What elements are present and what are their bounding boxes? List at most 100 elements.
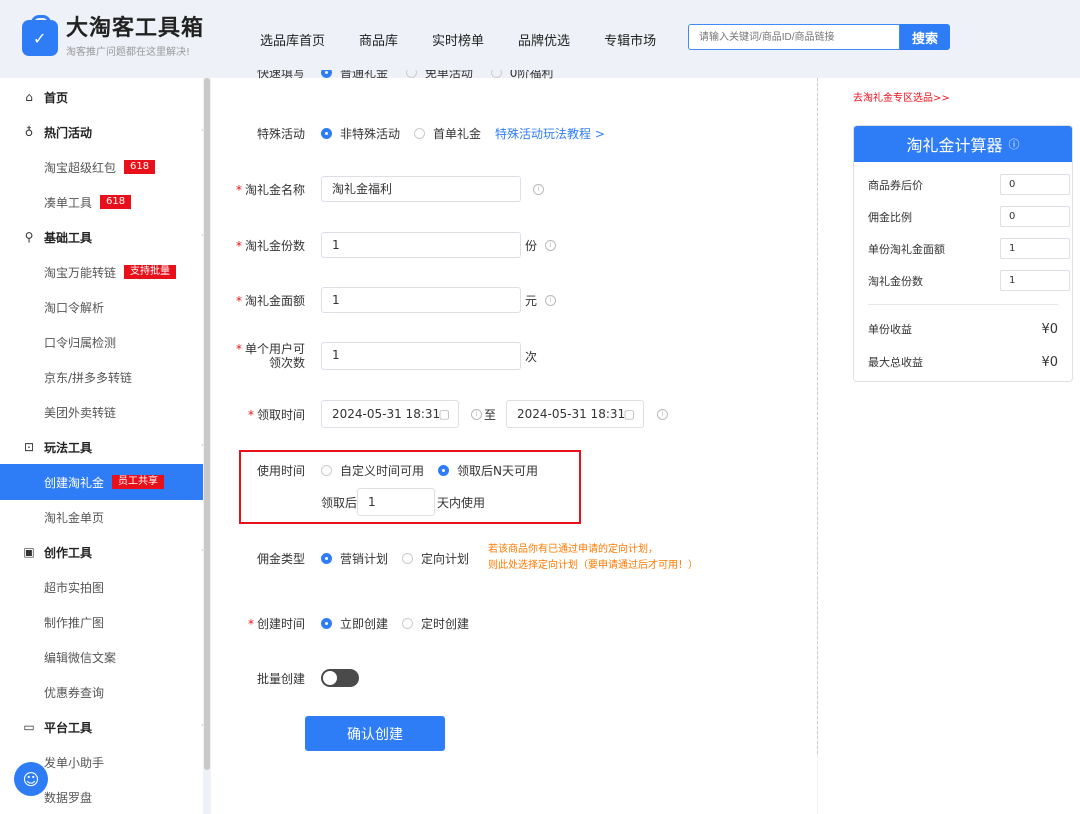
sidebar-item-create-gift[interactable]: 创建淘礼金 员工共享: [0, 464, 203, 500]
date-range-separator: 至: [484, 407, 497, 422]
sidebar-item-market-photo[interactable]: 超市实拍图: [0, 570, 203, 604]
sidebar-item-label: 数据罗盘: [44, 790, 93, 805]
n-days-input[interactable]: 1: [357, 488, 435, 516]
sidebar-item-promo-image[interactable]: 制作推广图: [0, 605, 203, 639]
info-icon[interactable]: i: [657, 408, 668, 420]
sidebar-section-platform[interactable]: ▭平台工具^: [0, 710, 203, 744]
final-price-input[interactable]: 0: [1000, 174, 1070, 195]
special-tutorial-link[interactable]: 特殊活动玩法教程 >: [495, 125, 605, 142]
sidebar-item-label: 淘宝万能转链: [44, 265, 117, 280]
info-icon[interactable]: i: [545, 239, 556, 251]
field-label: * 淘礼金名称: [235, 182, 305, 197]
nav-item-brands[interactable]: 品牌优选: [518, 30, 570, 49]
nav-item-products[interactable]: 商品库: [359, 30, 398, 49]
sidebar-item-label: 口令归属检测: [44, 335, 117, 350]
customer-service-icon[interactable]: ☺: [14, 762, 48, 796]
radio-label: 免单活动: [424, 70, 473, 80]
info-icon[interactable]: i: [471, 408, 482, 420]
scrollbar-thumb[interactable]: [204, 78, 210, 770]
sidebar-item-jd-pdd[interactable]: 京东/拼多多转链: [0, 360, 203, 394]
field-label: * 领取时间: [247, 407, 305, 422]
sidebar-item-label: 首页: [44, 90, 69, 105]
nav-item-ranking[interactable]: 实时榜单: [432, 30, 484, 49]
receive-start-date-input[interactable]: 2024-05-31 18:31 ▢: [321, 400, 459, 428]
date-value: 2024-05-31 18:31: [517, 407, 626, 421]
sidebar-scrollbar[interactable]: [203, 78, 211, 770]
radio-normal-gift[interactable]: 普通礼金: [321, 70, 388, 81]
sidebar-item-gift-page[interactable]: 淘礼金单页: [0, 500, 203, 534]
toggle-knob: [323, 671, 337, 685]
unit-label: 份: [525, 238, 538, 253]
field-label: 批量创建: [256, 671, 305, 686]
batch-create-row: 批量创建: [211, 668, 817, 688]
radio-directed-plan[interactable]: 定向计划: [402, 550, 469, 567]
sidebar-item-super-redpack[interactable]: 淘宝超级红包 618: [0, 150, 203, 184]
logo[interactable]: ✓ 大淘客工具箱 淘客推广问题都在这里解决!: [22, 15, 204, 58]
sidebar-item-label: 发单小助手: [44, 755, 105, 770]
radio-first-order[interactable]: 首单礼金: [414, 125, 481, 142]
nav-item-home[interactable]: 选品库首页: [260, 30, 325, 49]
field-label: 特殊活动: [256, 126, 305, 141]
n-days-row: 领取后 1 天内使用: [211, 488, 817, 516]
radio-free-order[interactable]: 免单活动: [405, 70, 473, 81]
sidebar-item-label: 超市实拍图: [44, 580, 105, 595]
create-time-row: * 创建时间 立即创建 定时创建: [211, 613, 817, 633]
radio-label: 非特殊活动: [340, 126, 401, 141]
sidebar-item-bundle[interactable]: 凑单工具 618: [0, 185, 203, 219]
gift-count-row: * 淘礼金份数 1 份 i: [211, 232, 817, 258]
sidebar-item-label: 京东/拼多多转链: [44, 370, 133, 385]
unit-profit-value: ¥0: [1041, 321, 1058, 337]
calc-field-label: 佣金比例: [868, 210, 912, 224]
gift-count-input[interactable]: 1: [321, 232, 521, 258]
sidebar-item-taobao-link[interactable]: 淘宝万能转链 支持批量: [0, 255, 203, 289]
gift-amount-calc-input[interactable]: 1: [1000, 238, 1070, 259]
sidebar-item-parse-code[interactable]: 淘口令解析: [0, 290, 203, 324]
sidebar-item-meituan[interactable]: 美团外卖转链: [0, 395, 203, 429]
sidebar-section-basic[interactable]: ⚲基础工具^: [0, 220, 203, 254]
search-button[interactable]: 搜索: [900, 24, 950, 50]
radio-marketing-plan[interactable]: 营销计划: [321, 550, 388, 567]
sidebar-item-wechat-copy[interactable]: 编辑微信文案: [0, 640, 203, 674]
commission-type-row: 佣金类型 营销计划 定向计划 若该商品你有已通过申请的定向计划， 则此处选择定向计…: [211, 544, 817, 571]
radio-custom-time[interactable]: 自定义时间可用: [321, 462, 424, 479]
sidebar-item-coupon-query[interactable]: 优惠券查询: [0, 675, 203, 709]
info-icon[interactable]: ⓘ: [1009, 136, 1020, 152]
gift-zone-link[interactable]: 去淘礼金专区选品>>: [853, 89, 950, 104]
batch-create-toggle[interactable]: [321, 669, 359, 687]
search-input[interactable]: [688, 24, 900, 50]
sidebar-section-hot[interactable]: ♁热门活动^: [0, 115, 203, 149]
monitor-icon: ▭: [23, 720, 35, 734]
radio-label: 营销计划: [340, 551, 389, 566]
gift-name-row: * 淘礼金名称 淘礼金福利 i: [211, 176, 817, 202]
confirm-create-button[interactable]: 确认创建: [305, 716, 445, 751]
main-nav: 选品库首页 商品库 实时榜单 品牌优选 专辑市场: [260, 30, 690, 49]
sidebar-item-code-owner[interactable]: 口令归属检测: [0, 325, 203, 359]
unit-label: 次: [525, 349, 538, 364]
per-user-limit-input[interactable]: 1: [321, 342, 521, 370]
sidebar-section-create[interactable]: ▣创作工具^: [0, 535, 203, 569]
commission-rate-input[interactable]: 0: [1000, 206, 1070, 227]
radio-n-days-after[interactable]: 领取后N天可用: [438, 462, 538, 479]
sidebar-item-home[interactable]: ⌂ 首页: [0, 80, 203, 114]
radio-non-special[interactable]: 非特殊活动: [321, 125, 400, 142]
sidebar-item-label: 优惠券查询: [44, 685, 105, 700]
search-bar: 搜索: [688, 24, 950, 52]
radio-scheduled-create[interactable]: 定时创建: [402, 615, 469, 632]
radio-zero-welfare[interactable]: 0阶福利: [490, 70, 553, 81]
field-label: * 创建时间: [247, 616, 305, 631]
gift-name-input[interactable]: 淘礼金福利: [321, 176, 521, 202]
info-icon[interactable]: i: [545, 294, 556, 306]
gift-count-calc-input[interactable]: 1: [1000, 270, 1070, 291]
sidebar: ⌂ 首页 ♁热门活动^ 淘宝超级红包618 凑单工具618 ⚲基础工具^ 淘宝万能…: [0, 78, 203, 814]
receive-end-date-input[interactable]: 2024-05-31 18:31 ▢: [506, 400, 644, 428]
fire-icon: ♁: [24, 125, 34, 139]
home-icon: ⌂: [25, 90, 33, 104]
calc-field-label: 单份淘礼金面额: [868, 242, 945, 256]
sidebar-section-play[interactable]: ⊡玩法工具^: [0, 430, 203, 464]
nav-item-albums[interactable]: 专辑市场: [604, 30, 656, 49]
info-icon[interactable]: i: [533, 183, 544, 195]
radio-create-now[interactable]: 立即创建: [321, 615, 388, 632]
days-suffix: 天内使用: [437, 495, 486, 510]
special-activity-row: 特殊活动 非特殊活动 首单礼金 特殊活动玩法教程 >: [211, 123, 817, 143]
gift-amount-input[interactable]: 1: [321, 287, 521, 313]
